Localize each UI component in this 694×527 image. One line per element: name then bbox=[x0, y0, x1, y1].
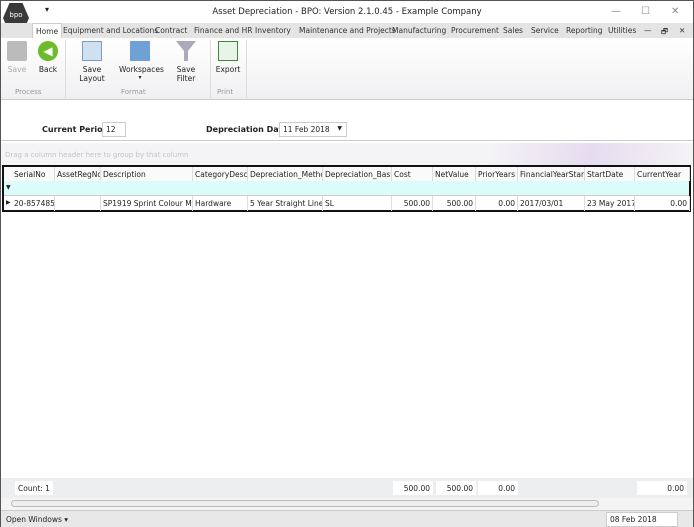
filter-icon bbox=[176, 41, 196, 61]
tab-inventory[interactable]: Inventory bbox=[255, 26, 291, 35]
column-header-depreciation_basis[interactable]: Depreciation_Basis bbox=[323, 167, 392, 181]
currentyear-summary: 0.00 bbox=[637, 481, 687, 495]
maximize-button[interactable]: ☐ bbox=[641, 6, 650, 17]
column-header-startdate[interactable]: StartDate bbox=[585, 167, 635, 181]
current-period-label: Current Period bbox=[42, 125, 109, 134]
close-button[interactable]: ✕ bbox=[671, 6, 679, 17]
tab-service[interactable]: Service bbox=[531, 26, 559, 35]
mdi-close-button[interactable]: ✕ bbox=[679, 26, 685, 35]
tab-contract[interactable]: Contract bbox=[155, 26, 187, 35]
back-arrow-icon: ◀ bbox=[38, 41, 58, 61]
export-button[interactable]: Export bbox=[214, 41, 242, 74]
ribbon-tabs: Home Equipment and Locations Contract Fi… bbox=[1, 23, 693, 38]
cell-startdate[interactable]: 23 May 2017 bbox=[585, 196, 635, 211]
tab-home[interactable]: Home bbox=[32, 23, 63, 38]
cost-summary: 500.00 bbox=[393, 481, 433, 495]
cell-assetregno[interactable] bbox=[55, 196, 101, 211]
status-date-spinner[interactable]: 08 Feb 2018 bbox=[606, 512, 678, 527]
cell-financialyearstart[interactable]: 2017/03/01 bbox=[518, 196, 585, 211]
tab-finance[interactable]: Finance and HR bbox=[194, 26, 252, 35]
table-row[interactable]: ▶ 20-857485 SP1919 Sprint Colour MFC Hardwa… bbox=[4, 196, 690, 211]
cell-serialno[interactable]: 20-857485 bbox=[12, 196, 55, 211]
column-header-serialno[interactable]: SerialNo bbox=[12, 167, 55, 181]
tab-reporting[interactable]: Reporting bbox=[566, 26, 602, 35]
tab-equipment[interactable]: Equipment and Locations bbox=[63, 26, 158, 35]
cell-cost[interactable]: 500.00 bbox=[392, 196, 433, 211]
group-format-label: Format bbox=[121, 88, 146, 96]
cell-description[interactable]: SP1919 Sprint Colour MFC bbox=[101, 196, 193, 211]
column-header-financialyearstart[interactable]: FinancialYearStart bbox=[518, 167, 585, 181]
column-header-cost[interactable]: Cost bbox=[392, 167, 433, 181]
column-header-prioryears[interactable]: PriorYears bbox=[476, 167, 518, 181]
minimize-button[interactable]: — bbox=[611, 6, 621, 17]
depreciation-date-picker[interactable]: 11 Feb 2018 ▼ bbox=[279, 122, 347, 137]
save-button[interactable]: Save bbox=[5, 41, 29, 74]
horizontal-scrollbar[interactable] bbox=[1, 498, 693, 510]
ribbon: Save ◀ Back Save Layout Workspaces ▾ Save … bbox=[1, 38, 693, 100]
column-header-netvalue[interactable]: NetValue bbox=[433, 167, 476, 181]
cell-netvalue[interactable]: 500.00 bbox=[433, 196, 476, 211]
column-header-currentyear[interactable]: CurrentYear bbox=[635, 167, 690, 181]
cell-currentyear[interactable]: 0.00 bbox=[635, 196, 690, 211]
window-title: Asset Depreciation - BPO: Version 2.1.0.… bbox=[212, 7, 482, 17]
tab-utilities[interactable]: Utilities bbox=[608, 26, 636, 35]
column-header-categorydesc[interactable]: CategoryDesc bbox=[193, 167, 248, 181]
save-filter-button[interactable]: Save Filter bbox=[167, 41, 205, 83]
open-windows-button[interactable]: Open Windows ▾ bbox=[6, 515, 68, 524]
save-layout-button[interactable]: Save Layout bbox=[69, 41, 115, 83]
filter-row[interactable]: ▼ bbox=[4, 181, 689, 196]
layout-wrench-icon bbox=[82, 41, 102, 61]
tab-manufacturing[interactable]: Manufacturing bbox=[392, 26, 446, 35]
filter-icon: ▼ bbox=[6, 184, 11, 191]
column-header-description[interactable]: Description bbox=[101, 167, 193, 181]
group-process-label: Process bbox=[15, 88, 42, 96]
cell-depreciation_basis[interactable]: SL bbox=[323, 196, 392, 211]
workspaces-button[interactable]: Workspaces ▾ bbox=[119, 41, 164, 81]
group-panel[interactable]: Drag a column header here to group by th… bbox=[1, 143, 693, 165]
tab-procurement[interactable]: Procurement bbox=[451, 26, 499, 35]
grid-header-row: SerialNo AssetRegNo Description CategoryDes… bbox=[4, 167, 690, 182]
grid-footer: Count: 1 500.00 500.00 0.00 0.00 bbox=[1, 478, 693, 498]
tab-sales[interactable]: Sales bbox=[503, 26, 523, 35]
cell-prioryears[interactable]: 0.00 bbox=[476, 196, 518, 211]
cell-depreciation_method[interactable]: 5 Year Straight Line bbox=[248, 196, 323, 211]
floppy-disk-icon bbox=[7, 41, 27, 61]
column-header-depreciation_method[interactable]: Depreciation_Method bbox=[248, 167, 323, 181]
status-bar: Open Windows ▾ 08 Feb 2018 bbox=[1, 510, 693, 527]
netvalue-summary: 500.00 bbox=[436, 481, 476, 495]
chevron-down-icon[interactable]: ▼ bbox=[337, 125, 342, 132]
tab-maintenance[interactable]: Maintenance and Projects bbox=[299, 26, 396, 35]
cell-categorydesc[interactable]: Hardware bbox=[193, 196, 248, 211]
depreciation-date-label: Depreciation Date bbox=[206, 125, 288, 134]
column-header-assetregno[interactable]: AssetRegNo bbox=[55, 167, 101, 181]
prioryears-summary: 0.00 bbox=[478, 481, 518, 495]
data-grid: SerialNo AssetRegNo Description CategoryDes… bbox=[2, 165, 691, 212]
mdi-minimize-button[interactable]: — bbox=[644, 26, 652, 35]
export-excel-icon bbox=[218, 41, 238, 61]
group-print-label: Print bbox=[217, 88, 234, 96]
row-indicator-icon: ▶ bbox=[6, 199, 11, 206]
current-period-input[interactable]: 12 bbox=[102, 122, 126, 137]
scrollbar-thumb[interactable] bbox=[11, 500, 599, 507]
back-button[interactable]: ◀ Back bbox=[35, 41, 61, 74]
count-summary: Count: 1 bbox=[15, 481, 53, 495]
workspaces-grid-icon bbox=[130, 41, 150, 61]
title-bar: bpo ▾ Asset Depreciation - BPO: Version … bbox=[1, 1, 693, 33]
